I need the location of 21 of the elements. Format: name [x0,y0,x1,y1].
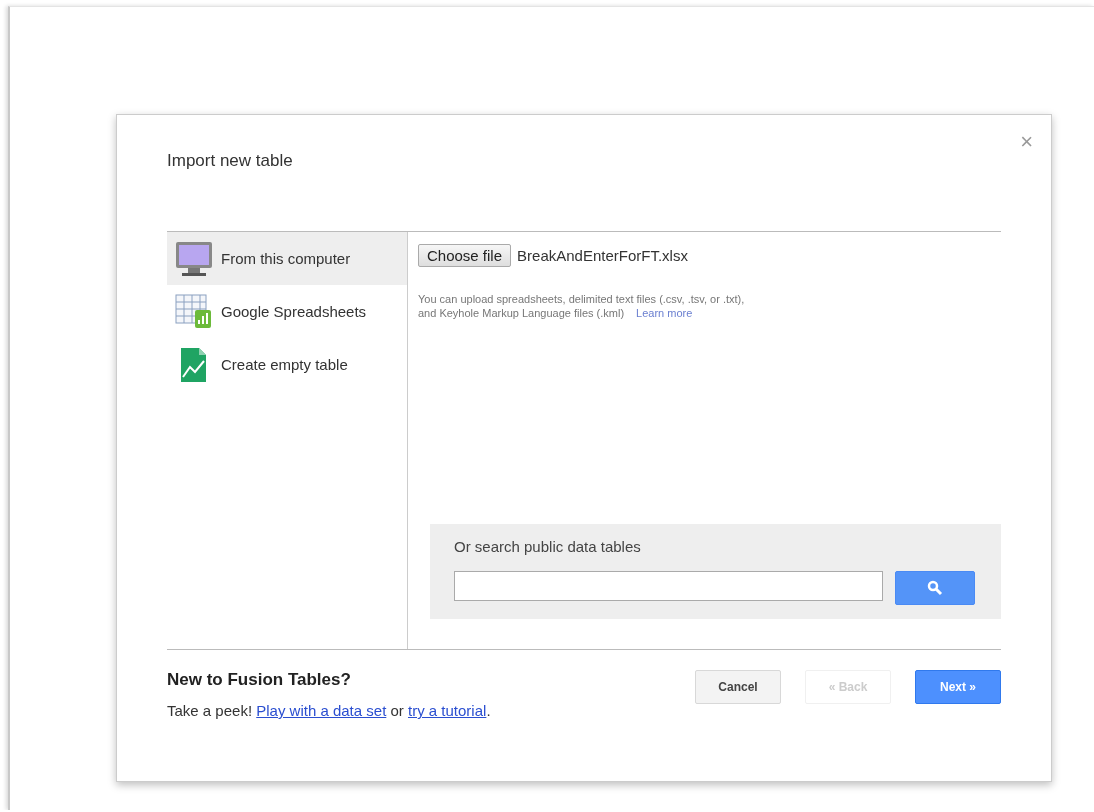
help-text: You can upload spreadsheets, delimited text files (.csv, .tsv, or .txt), [418,292,746,306]
search-field[interactable] [454,571,883,601]
dialog-button[interactable]: Cancel [695,670,781,704]
search-label: Or search public data tables [454,538,642,555]
source-label: Create empty table [221,356,348,373]
footer-heading: New to Fusion Tables? [167,670,352,690]
search-button[interactable] [895,571,975,605]
data-set-link[interactable]: Play with a data set [256,702,387,719]
spreadsheet-chart-icon [175,293,213,330]
file-name: BreakAndEnterForFT.xlsx [517,247,688,264]
choose-file-button[interactable]: Choose file [418,244,512,267]
learn-more-link[interactable]: Learn more [636,307,693,319]
tutorial-link[interactable]: try a tutorial [408,702,487,719]
search-icon [927,580,943,596]
monitor-icon [175,240,213,277]
help-text: and Keyhole Markup Language files (.kml) [418,307,625,319]
source-label: Google Spreadsheets [221,303,367,320]
footer-text: Take a peek! Play with a data set or try a tutorial. [167,702,491,719]
dialog-title: Import new table [167,151,294,171]
source-item[interactable]: From this computer [167,232,407,285]
source-label: From this computer [221,250,351,267]
